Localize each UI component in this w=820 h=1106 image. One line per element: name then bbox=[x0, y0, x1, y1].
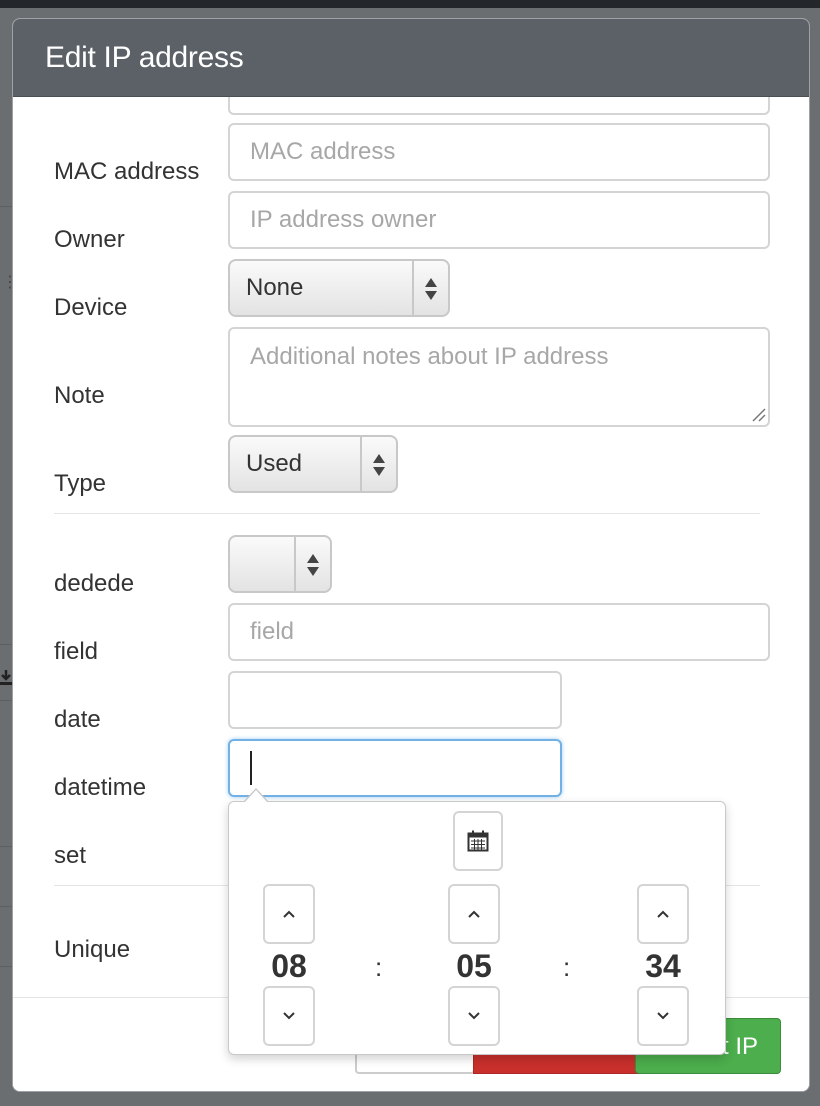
chevron-up-icon bbox=[468, 910, 480, 918]
date-label: date bbox=[54, 706, 101, 733]
type-select-value: Used bbox=[246, 450, 303, 477]
background-divider bbox=[0, 846, 12, 847]
chevron-down-icon bbox=[468, 1012, 480, 1020]
type-label: Type bbox=[54, 470, 107, 497]
background-divider bbox=[0, 906, 12, 907]
select-arrows-icon bbox=[307, 554, 319, 576]
dedede-label: dedede bbox=[54, 570, 135, 597]
set-label: set bbox=[54, 842, 87, 869]
time-picker-popover: 08 : 05 : 34 bbox=[228, 788, 726, 1055]
increment-hours-button[interactable] bbox=[263, 884, 315, 944]
note-textarea[interactable] bbox=[228, 327, 770, 427]
chevron-up-icon bbox=[657, 910, 669, 918]
modal-title: Edit IP address bbox=[45, 41, 244, 74]
section-divider bbox=[54, 513, 760, 514]
device-select-value: None bbox=[246, 274, 304, 301]
app-topbar bbox=[0, 0, 820, 8]
select-arrows-icon bbox=[373, 454, 385, 476]
seconds-value[interactable]: 34 bbox=[623, 948, 703, 985]
calendar-toggle-button[interactable] bbox=[453, 811, 503, 871]
mac-address-input[interactable] bbox=[228, 123, 770, 181]
type-select[interactable]: Used bbox=[228, 435, 398, 493]
chevron-down-icon bbox=[283, 1012, 295, 1020]
chevron-up-icon bbox=[283, 910, 295, 918]
decrement-minutes-button[interactable] bbox=[448, 986, 500, 1046]
background-divider bbox=[0, 966, 12, 967]
select-arrows-icon bbox=[425, 278, 437, 300]
hours-value[interactable]: 08 bbox=[249, 948, 329, 985]
mac-address-label: MAC address bbox=[54, 158, 200, 185]
increment-minutes-button[interactable] bbox=[448, 884, 500, 944]
background-divider bbox=[0, 206, 12, 207]
edit-ip-button-label: t IP bbox=[721, 1033, 758, 1060]
increment-seconds-button[interactable] bbox=[637, 884, 689, 944]
calendar-icon bbox=[467, 830, 489, 852]
background-divider bbox=[0, 644, 12, 645]
owner-input[interactable] bbox=[228, 191, 770, 249]
time-separator: : bbox=[375, 952, 383, 982]
date-input[interactable] bbox=[228, 671, 562, 729]
text-caret bbox=[250, 751, 252, 785]
note-label: Note bbox=[54, 382, 105, 409]
owner-label: Owner bbox=[54, 226, 125, 253]
modal-header: Edit IP address bbox=[13, 19, 809, 97]
resize-grip-icon[interactable] bbox=[752, 408, 766, 422]
minutes-value[interactable]: 05 bbox=[434, 948, 514, 985]
datetime-input[interactable] bbox=[228, 739, 562, 797]
chevron-down-icon bbox=[657, 1012, 669, 1020]
field-label: field bbox=[54, 638, 99, 665]
download-icon bbox=[0, 670, 12, 685]
decrement-hours-button[interactable] bbox=[263, 986, 315, 1046]
device-label: Device bbox=[54, 294, 128, 321]
background-divider bbox=[0, 700, 12, 701]
dedede-select[interactable] bbox=[228, 535, 332, 593]
hostname-input-partial[interactable] bbox=[228, 97, 770, 115]
decrement-seconds-button[interactable] bbox=[637, 986, 689, 1046]
device-select[interactable]: None bbox=[228, 259, 450, 317]
datetime-label: datetime bbox=[54, 774, 147, 801]
unique-label: Unique bbox=[54, 936, 131, 963]
field-input[interactable] bbox=[228, 603, 770, 661]
time-separator: : bbox=[563, 952, 571, 982]
